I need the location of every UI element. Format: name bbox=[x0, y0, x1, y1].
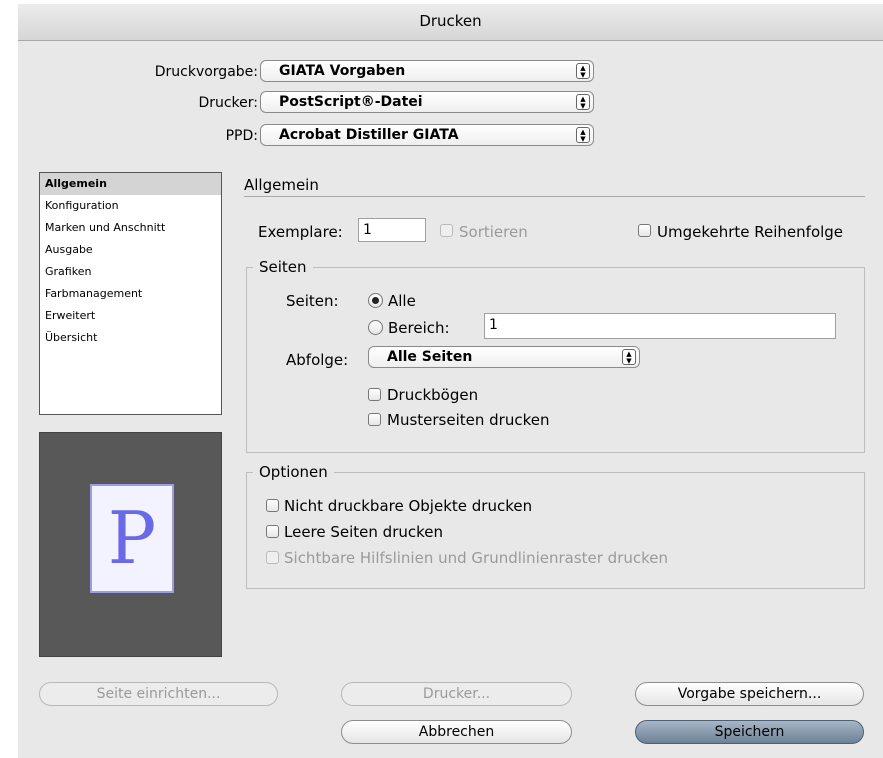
reverse-order-checkbox[interactable] bbox=[638, 224, 651, 237]
collate-label: Sortieren bbox=[459, 223, 528, 241]
nonprinting-objects-checkbox[interactable] bbox=[266, 499, 279, 512]
guides-checkbox[interactable] bbox=[266, 551, 279, 564]
section-title: Allgemein bbox=[244, 176, 319, 194]
updown-arrows-icon: ▲ ▼ bbox=[576, 94, 590, 110]
save-button[interactable]: Speichern bbox=[635, 720, 864, 744]
pages-range-label: Bereich: bbox=[388, 319, 450, 337]
spreads-label: Druckbögen bbox=[387, 386, 479, 404]
preview-glyph: P bbox=[107, 496, 157, 580]
pages-range-radio[interactable] bbox=[368, 320, 383, 335]
pages-all-label: Alle bbox=[388, 292, 416, 310]
copies-label: Exemplare: bbox=[258, 223, 343, 241]
updown-arrows-icon: ▲ ▼ bbox=[622, 349, 636, 365]
category-item-marken[interactable]: Marken und Anschnitt bbox=[40, 217, 221, 239]
guides-label: Sichtbare Hilfslinien und Grundlinienras… bbox=[284, 549, 669, 567]
category-item-konfiguration[interactable]: Konfiguration bbox=[40, 195, 221, 217]
printer-label: Drucker: bbox=[198, 95, 258, 111]
preset-label: Druckvorgabe: bbox=[154, 64, 258, 80]
category-item-grafiken[interactable]: Grafiken bbox=[40, 261, 221, 283]
title-bar: Drucken bbox=[18, 4, 883, 41]
pages-label: Seiten: bbox=[286, 292, 339, 310]
sequence-label: Abfolge: bbox=[286, 351, 349, 369]
sequence-value: Alle Seiten bbox=[387, 349, 473, 365]
category-list[interactable]: Allgemein Konfiguration Marken und Ansch… bbox=[39, 172, 222, 415]
master-pages-label: Musterseiten drucken bbox=[387, 411, 550, 429]
ppd-value: Acrobat Distiller GIATA bbox=[279, 127, 459, 143]
page-preview: P bbox=[39, 432, 222, 657]
preview-page: P bbox=[90, 484, 174, 593]
options-group-title: Optionen bbox=[253, 463, 334, 481]
updown-arrows-icon: ▲ ▼ bbox=[576, 63, 590, 79]
master-pages-checkbox[interactable] bbox=[368, 413, 381, 426]
save-preset-button[interactable]: Vorgabe speichern... bbox=[635, 682, 864, 706]
section-divider bbox=[244, 196, 865, 197]
spreads-checkbox[interactable] bbox=[368, 388, 381, 401]
blank-pages-label: Leere Seiten drucken bbox=[284, 523, 444, 541]
page-setup-button[interactable]: Seite einrichten... bbox=[39, 682, 278, 706]
reverse-order-label: Umgekehrte Reihenfolge bbox=[657, 223, 844, 241]
printer-popup[interactable]: PostScript®-Datei ▲ ▼ bbox=[260, 91, 594, 113]
category-item-farbmanagement[interactable]: Farbmanagement bbox=[40, 283, 221, 305]
category-item-erweitert[interactable]: Erweitert bbox=[40, 305, 221, 327]
sequence-popup[interactable]: Alle Seiten ▲ ▼ bbox=[368, 346, 640, 368]
updown-arrows-icon: ▲ ▼ bbox=[576, 127, 590, 143]
preset-popup[interactable]: GIATA Vorgaben ▲ ▼ bbox=[260, 60, 594, 82]
nonprinting-objects-label: Nicht druckbare Objekte drucken bbox=[284, 497, 533, 515]
category-item-uebersicht[interactable]: Übersicht bbox=[40, 327, 221, 349]
pages-all-radio[interactable] bbox=[368, 293, 383, 308]
printer-button[interactable]: Drucker... bbox=[341, 682, 572, 706]
ppd-label: PPD: bbox=[225, 128, 258, 144]
category-item-allgemein[interactable]: Allgemein bbox=[40, 173, 221, 195]
ppd-popup[interactable]: Acrobat Distiller GIATA ▲ ▼ bbox=[260, 124, 594, 146]
category-item-ausgabe[interactable]: Ausgabe bbox=[40, 239, 221, 261]
cancel-button[interactable]: Abbrechen bbox=[341, 720, 572, 744]
pages-group-title: Seiten bbox=[253, 258, 313, 276]
collate-checkbox[interactable] bbox=[440, 224, 453, 237]
copies-field[interactable]: 1 bbox=[358, 218, 426, 242]
range-field[interactable]: 1 bbox=[484, 313, 836, 339]
blank-pages-checkbox[interactable] bbox=[266, 525, 279, 538]
printer-value: PostScript®-Datei bbox=[279, 94, 423, 110]
preset-value: GIATA Vorgaben bbox=[279, 63, 406, 79]
print-dialog: Drucken Druckvorgabe: GIATA Vorgaben ▲ ▼ … bbox=[18, 4, 883, 758]
